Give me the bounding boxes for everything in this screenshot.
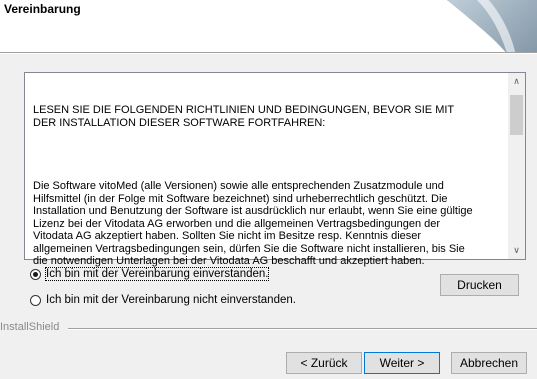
scroll-thumb[interactable] (510, 95, 523, 135)
back-button[interactable]: < Zurück (286, 352, 362, 374)
accept-radio-label[interactable]: Ich bin mit der Vereinbarung einverstand… (44, 267, 270, 281)
installshield-divider (68, 328, 537, 330)
next-button[interactable]: Weiter > (364, 352, 440, 374)
decline-radio-label[interactable]: Ich bin mit der Vereinbarung nicht einve… (46, 294, 296, 306)
accept-option[interactable]: Ich bin mit der Vereinbarung einverstand… (30, 266, 270, 282)
print-button[interactable]: Drucken (440, 274, 519, 296)
accept-radio[interactable] (30, 268, 41, 280)
license-heading: LESEN SIE DIE FOLGENDEN RICHTLINIEN UND … (33, 104, 455, 129)
scroll-up-icon[interactable]: ∧ (508, 73, 525, 90)
scroll-down-icon[interactable]: ∨ (508, 242, 525, 259)
license-text-box[interactable]: LESEN SIE DIE FOLGENDEN RICHTLINIEN UND … (24, 72, 526, 267)
header-divider-highlight (0, 53, 537, 54)
decline-option[interactable]: Ich bin mit der Vereinbarung nicht einve… (30, 292, 296, 308)
cancel-button[interactable]: Abbrechen (451, 352, 527, 374)
license-scrollbar[interactable]: ∧ ∨ (508, 73, 525, 259)
header-title: Vereinbarung (4, 2, 81, 16)
installshield-brand: InstallShield (0, 321, 64, 333)
license-text: LESEN SIE DIE FOLGENDEN RICHTLINIEN UND … (33, 79, 503, 293)
decline-radio[interactable] (30, 294, 41, 306)
dialog-header: Vereinbarung (0, 0, 537, 52)
license-body: Die Software vitoMed (alle Versionen) so… (33, 180, 473, 267)
installer-graphic-icon (447, 0, 537, 52)
